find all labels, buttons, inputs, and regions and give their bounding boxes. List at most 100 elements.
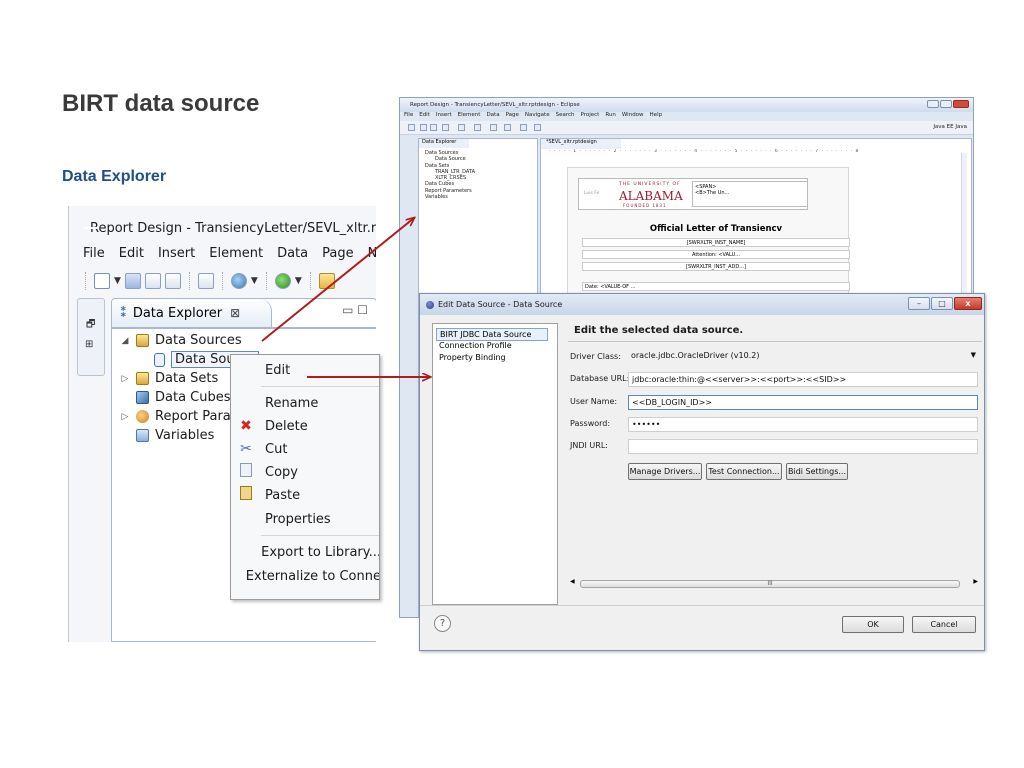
- menu-insert[interactable]: Insert: [158, 246, 195, 261]
- outline-icon[interactable]: ⊞: [85, 339, 93, 350]
- collapsed-triangle-icon[interactable]: ▷: [120, 374, 130, 384]
- help-icon[interactable]: ?: [434, 615, 451, 632]
- menu-project[interactable]: Project: [580, 112, 599, 121]
- driver-class-select[interactable]: oracle.jdbc.OracleDriver (v10.2) ▼: [628, 349, 978, 364]
- nav-forward-icon[interactable]: [534, 124, 541, 131]
- close-icon[interactable]: [953, 100, 969, 108]
- inst-name-field[interactable]: [SWRXLTR_INST_NAME]: [582, 238, 850, 247]
- view-controls[interactable]: ▭ ☐: [342, 303, 368, 317]
- menu-element[interactable]: Element: [209, 246, 263, 261]
- dropdown-arrow-icon[interactable]: ▼: [295, 276, 302, 286]
- restore-icon[interactable]: 🗗: [86, 317, 95, 334]
- menu-item-externalize[interactable]: Externalize to Conne: [231, 565, 379, 587]
- pencil-icon[interactable]: [504, 124, 511, 131]
- inst-address-field[interactable]: [SWRXLTR_INST_ADD...]: [582, 262, 850, 271]
- menu-navigate[interactable]: Navigate: [525, 112, 550, 121]
- save-icon[interactable]: [124, 273, 141, 289]
- menu-item-copy[interactable]: Copy: [231, 461, 379, 483]
- close-icon[interactable]: x: [954, 297, 982, 310]
- new-icon[interactable]: [94, 273, 110, 289]
- user-name-field[interactable]: <<DB_LOGIN_ID>>: [628, 395, 978, 410]
- tab-data-explorer[interactable]: Data Explorer: [419, 139, 469, 148]
- header-grid[interactable]: Luis Fe THE UNIVERSITY OF ALABAMA FOUNDE…: [578, 178, 808, 210]
- menu-data[interactable]: Data: [277, 246, 308, 261]
- attention-field[interactable]: Attention: <VALU...: [582, 250, 850, 259]
- dropdown-arrow-icon[interactable]: ▼: [971, 349, 976, 362]
- minimize-icon[interactable]: –: [908, 297, 930, 310]
- scroll-thumb[interactable]: III: [580, 580, 960, 588]
- print-icon[interactable]: [442, 124, 449, 131]
- perspective-switcher[interactable]: Java EE Java: [933, 124, 967, 130]
- new-icon[interactable]: [408, 124, 415, 131]
- menu-item-paste[interactable]: Paste: [231, 484, 379, 506]
- minimize-icon[interactable]: [927, 100, 939, 108]
- report-heading[interactable]: Official Letter of Transiencv: [582, 224, 850, 234]
- jndi-url-field[interactable]: [628, 439, 978, 454]
- menu-help[interactable]: Help: [650, 112, 663, 121]
- tree-item-variables[interactable]: Variables: [423, 194, 475, 200]
- tree-item-data-cubes[interactable]: Data Cubes: [120, 388, 231, 407]
- dropdown-arrow-icon[interactable]: ▼: [114, 276, 121, 286]
- test-connection-button[interactable]: Test Connection...: [706, 463, 782, 480]
- maximize-icon[interactable]: □: [931, 297, 953, 310]
- menu-page[interactable]: Page: [322, 246, 353, 261]
- copy-icon: [240, 463, 252, 477]
- globe-icon[interactable]: [458, 124, 465, 131]
- nav-property-binding[interactable]: Property Binding: [436, 352, 522, 363]
- save-icon[interactable]: [420, 124, 427, 131]
- nav-back-icon[interactable]: [520, 124, 527, 131]
- scroll-left-icon[interactable]: ◀: [570, 578, 575, 585]
- tree-item-data-sources[interactable]: ◢ Data Sources: [120, 331, 242, 350]
- tree-label: Data Cubes: [155, 390, 231, 405]
- menu-edit[interactable]: Edit: [119, 246, 144, 261]
- menu-insert[interactable]: Insert: [436, 112, 452, 121]
- menu-item-export-to-library[interactable]: Export to Library...: [231, 541, 379, 563]
- menu-item-rename[interactable]: Rename: [231, 392, 379, 414]
- tab-data-explorer[interactable]: ⁑ Data Explorer ⊠: [112, 299, 272, 327]
- close-icon[interactable]: ⊠: [230, 306, 240, 320]
- tree-item-variables[interactable]: Variables: [120, 426, 214, 445]
- menu-item-properties[interactable]: Properties: [231, 508, 379, 530]
- date-field[interactable]: Date: <VALUE-OF ...: [582, 282, 850, 291]
- tab-report-design[interactable]: *SEVL_xltr.rptdesign: [541, 139, 621, 149]
- database-url-field[interactable]: jdbc:oracle:thin:@<<server>>:<<port>>:<<…: [628, 372, 978, 387]
- print-icon[interactable]: [164, 273, 181, 289]
- manage-drivers-button[interactable]: Manage Drivers...: [628, 463, 702, 480]
- cancel-button[interactable]: Cancel: [912, 616, 976, 633]
- menu-navigate[interactable]: Navigat: [368, 246, 376, 261]
- save-all-icon[interactable]: [430, 124, 437, 131]
- text-element[interactable]: <SPAN> <B>The Un...: [692, 181, 808, 207]
- menu-file[interactable]: File: [404, 112, 413, 121]
- nav-connection-profile[interactable]: Connection Profile: [436, 340, 528, 351]
- menu-search[interactable]: Search: [556, 112, 575, 121]
- maximize-icon[interactable]: [940, 100, 952, 108]
- menu-element[interactable]: Element: [458, 112, 481, 121]
- collapsed-triangle-icon[interactable]: ▷: [120, 412, 130, 422]
- password-field[interactable]: ••••••: [628, 417, 978, 432]
- menu-window[interactable]: Window: [622, 112, 644, 121]
- tree-item-data-sets[interactable]: ▷ Data Sets: [120, 369, 219, 388]
- tree-item-report-parameters[interactable]: ▷ Report Param: [120, 407, 244, 426]
- menu-item-delete[interactable]: ✖ Delete: [231, 415, 379, 437]
- globe-icon[interactable]: [230, 273, 247, 289]
- bidi-settings-button[interactable]: Bidi Settings...: [786, 463, 848, 480]
- open-folder-icon[interactable]: [490, 124, 497, 131]
- menu-edit[interactable]: Edit: [419, 112, 430, 121]
- save-all-icon[interactable]: [144, 273, 161, 289]
- run-icon[interactable]: [474, 124, 481, 131]
- menu-data[interactable]: Data: [486, 112, 499, 121]
- dropdown-arrow-icon[interactable]: ▼: [251, 276, 258, 286]
- expanded-triangle-icon[interactable]: ◢: [120, 336, 130, 346]
- tab-divider: [112, 327, 376, 329]
- menu-run[interactable]: Run: [605, 112, 616, 121]
- menu-page[interactable]: Page: [506, 112, 519, 121]
- horizontal-scrollbar[interactable]: ◀ III ▶: [570, 578, 978, 590]
- ok-button[interactable]: OK: [842, 616, 904, 633]
- open-folder-icon[interactable]: [318, 273, 335, 289]
- menu-item-cut[interactable]: ✂ Cut: [231, 438, 379, 460]
- binary-icon[interactable]: [197, 273, 214, 289]
- run-icon[interactable]: [274, 273, 291, 289]
- menu-item-edit[interactable]: Edit: [231, 359, 379, 381]
- scroll-right-icon[interactable]: ▶: [973, 578, 978, 585]
- menu-file[interactable]: File: [83, 246, 105, 261]
